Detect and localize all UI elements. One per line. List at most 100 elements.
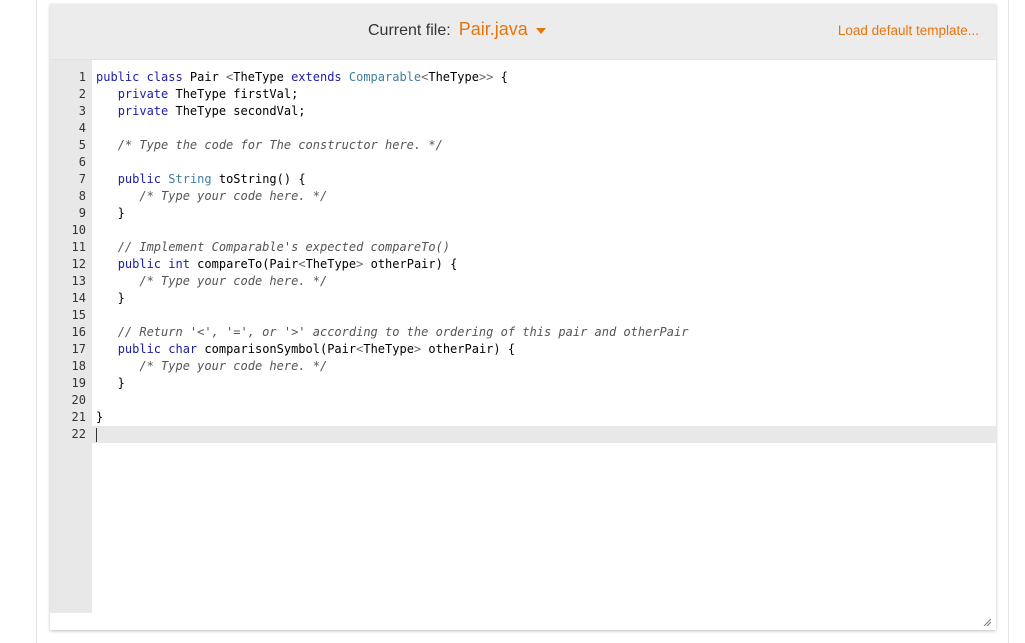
- code-editor-panel: Current file: Pair.java Load default tem…: [50, 4, 996, 630]
- code-token: otherPair) {: [428, 342, 516, 356]
- code-text: }: [96, 205, 125, 222]
- code-line[interactable]: 13 /* Type your code here. */: [50, 273, 996, 290]
- current-file: Current file: Pair.java: [368, 19, 546, 40]
- code-token: Comparable: [348, 70, 422, 84]
- current-file-label: Current file:: [368, 22, 451, 39]
- line-number: 20: [71, 393, 86, 407]
- code-text: // Return '<', '=', or '>' according to …: [96, 324, 689, 341]
- code-token: toString() {: [218, 172, 306, 186]
- code-token: TheType secondVal;: [175, 104, 306, 118]
- code-line[interactable]: 9 }: [50, 205, 996, 222]
- code-token: public int: [117, 257, 198, 271]
- code-token: TheType: [233, 70, 292, 84]
- code-text: public int compareTo(Pair<TheType> other…: [96, 256, 458, 273]
- code-line[interactable]: 12 public int compareTo(Pair<TheType> ot…: [50, 256, 996, 273]
- code-token: extends: [291, 70, 349, 84]
- code-token: /* Type your code here. */: [139, 274, 328, 288]
- code-line[interactable]: 7 public String toString() {: [50, 171, 996, 188]
- code-token: public class: [96, 70, 190, 84]
- code-token: public char: [117, 342, 205, 356]
- code-token: TheType: [305, 257, 357, 271]
- resize-handle-icon[interactable]: [983, 618, 991, 626]
- text-cursor: [96, 427, 97, 442]
- line-number: 10: [71, 223, 86, 237]
- code-token: // Return '<', '=', or '>' according to …: [117, 325, 689, 339]
- code-token: }: [96, 376, 125, 390]
- file-header-bar: Current file: Pair.java Load default tem…: [50, 4, 996, 60]
- code-token: TheType: [428, 70, 479, 84]
- code-token: TheType: [363, 342, 414, 356]
- code-token: }: [96, 206, 125, 220]
- code-line[interactable]: 19 }: [50, 375, 996, 392]
- line-number: 12: [71, 257, 86, 271]
- line-number: 3: [78, 104, 86, 118]
- file-select-dropdown[interactable]: Pair.java: [459, 19, 546, 40]
- load-default-template-link[interactable]: Load default template...: [838, 23, 979, 38]
- code-token: }: [96, 291, 125, 305]
- code-token: compareTo(Pair: [197, 257, 299, 271]
- code-line[interactable]: 16 // Return '<', '=', or '>' according …: [50, 324, 996, 341]
- code-token: // Implement Comparable's expected compa…: [117, 240, 451, 254]
- code-line[interactable]: 4: [50, 120, 996, 137]
- code-line[interactable]: 1 public class Pair <TheType extends Comp…: [50, 69, 996, 86]
- code-line[interactable]: 5 /* Type the code for The constructor h…: [50, 137, 996, 154]
- line-number: 2: [78, 87, 86, 101]
- line-number: 22: [71, 427, 86, 441]
- code-text: /* Type your code here. */: [96, 273, 327, 290]
- line-number: 17: [71, 342, 86, 356]
- code-token: private: [117, 104, 176, 118]
- line-number: 18: [71, 359, 86, 373]
- chevron-down-icon: [535, 28, 546, 34]
- code-line[interactable]: 18 /* Type your code here. */: [50, 358, 996, 375]
- code-token: TheType firstVal;: [175, 87, 299, 101]
- code-text-area[interactable]: 1 public class Pair <TheType extends Comp…: [50, 69, 996, 443]
- code-token: otherPair) {: [370, 257, 458, 271]
- code-token: /* Type the code for The constructor her…: [117, 138, 443, 152]
- code-token: >: [413, 342, 429, 356]
- code-line[interactable]: 22: [50, 426, 996, 443]
- code-token: comparisonSymbol(Pair: [204, 342, 357, 356]
- line-number: 4: [78, 121, 86, 135]
- code-token: private: [117, 87, 176, 101]
- code-line[interactable]: 15: [50, 307, 996, 324]
- code-text: }: [96, 409, 103, 426]
- code-text: /* Type the code for The constructor her…: [96, 137, 443, 154]
- code-line[interactable]: 8 /* Type your code here. */: [50, 188, 996, 205]
- code-text: private TheType firstVal;: [96, 86, 299, 103]
- code-line[interactable]: 3 private TheType secondVal;: [50, 103, 996, 120]
- line-number: 7: [78, 172, 86, 186]
- code-line[interactable]: 17 public char comparisonSymbol(Pair<The…: [50, 341, 996, 358]
- code-line[interactable]: 14 }: [50, 290, 996, 307]
- code-token: >: [356, 257, 371, 271]
- code-line[interactable]: 20: [50, 392, 996, 409]
- line-number: 19: [71, 376, 86, 390]
- code-text: /* Type your code here. */: [96, 188, 327, 205]
- code-text: private TheType secondVal;: [96, 103, 306, 120]
- code-text: // Implement Comparable's expected compa…: [96, 239, 450, 256]
- code-token: /* Type your code here. */: [139, 189, 328, 203]
- code-line[interactable]: 10: [50, 222, 996, 239]
- code-text: [96, 426, 97, 443]
- code-token: {: [493, 70, 508, 84]
- code-line[interactable]: 2 private TheType firstVal;: [50, 86, 996, 103]
- code-token: public: [117, 172, 169, 186]
- code-token: <: [298, 257, 306, 271]
- code-token: String: [168, 172, 219, 186]
- line-number: 6: [78, 155, 86, 169]
- code-text: /* Type your code here. */: [96, 358, 327, 375]
- line-number: 15: [71, 308, 86, 322]
- line-number: 1: [78, 70, 86, 84]
- code-line[interactable]: 11 // Implement Comparable's expected co…: [50, 239, 996, 256]
- line-number: 11: [71, 240, 86, 254]
- code-line[interactable]: 21}: [50, 409, 996, 426]
- code-line[interactable]: 6: [50, 154, 996, 171]
